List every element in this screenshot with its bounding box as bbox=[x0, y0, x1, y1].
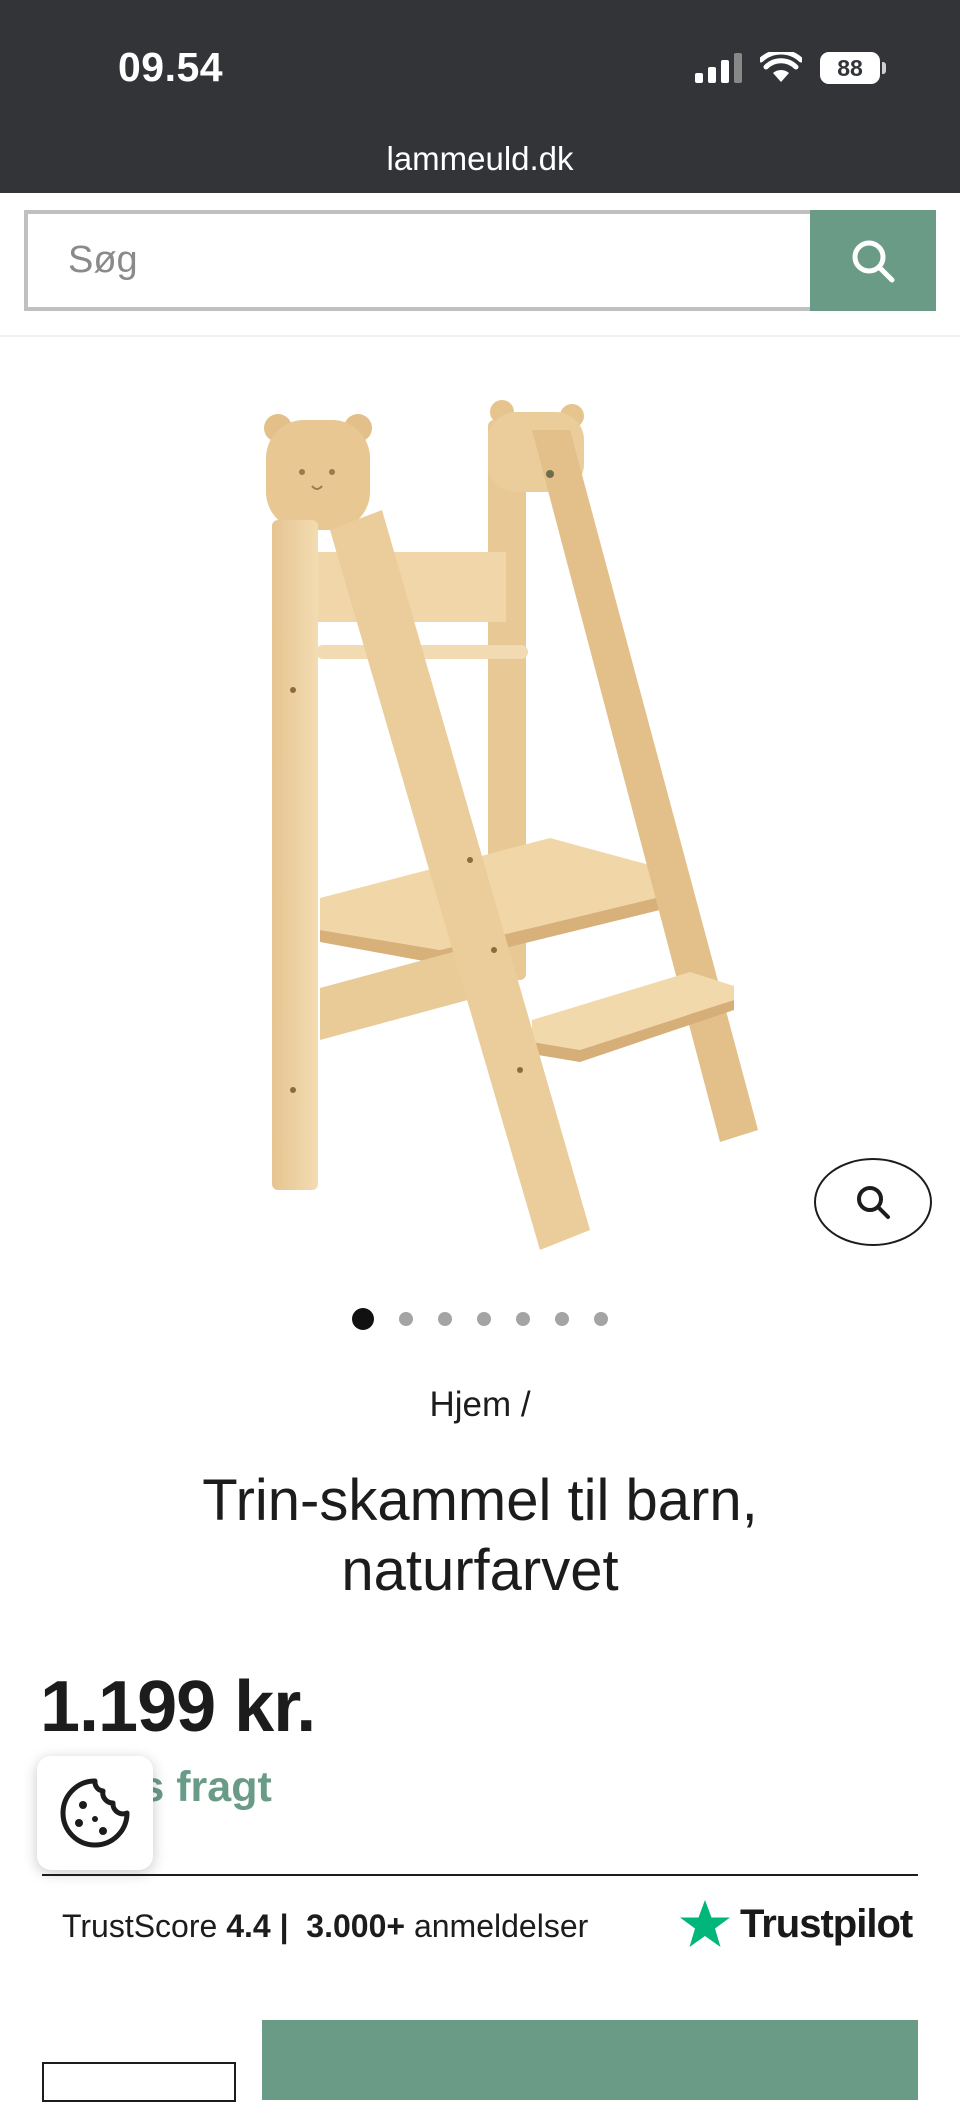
status-time: 09.54 bbox=[118, 44, 224, 90]
carousel-dot[interactable] bbox=[516, 1312, 530, 1326]
trustpilot-logo[interactable]: Trustpilot bbox=[678, 1898, 913, 1950]
breadcrumb-home-link[interactable]: Hjem / bbox=[0, 1385, 960, 1425]
product-price: 1.199 kr. bbox=[40, 1667, 316, 1747]
url-bar[interactable]: lammeuld.dk bbox=[0, 140, 960, 178]
quantity-input[interactable] bbox=[42, 2062, 236, 2102]
search-bar bbox=[24, 210, 936, 311]
carousel-dot[interactable] bbox=[477, 1312, 491, 1326]
search-icon bbox=[852, 240, 895, 282]
product-image[interactable] bbox=[220, 390, 780, 1270]
section-divider bbox=[42, 1874, 918, 1876]
image-carousel-dots bbox=[0, 1308, 960, 1330]
carousel-dot[interactable] bbox=[399, 1312, 413, 1326]
trustscore-value: 4.4 bbox=[226, 1908, 271, 1944]
cookie-icon bbox=[60, 1778, 130, 1848]
search-input[interactable] bbox=[24, 210, 810, 311]
battery-icon: 88 bbox=[820, 52, 886, 84]
cookie-settings-button[interactable] bbox=[37, 1756, 153, 1870]
reviews-label: anmeldelser bbox=[413, 1908, 589, 1944]
status-icons: 88 bbox=[695, 52, 886, 84]
browser-top-bar: 09.54 88 lammeuld.dk bbox=[0, 0, 960, 193]
carousel-dot[interactable] bbox=[438, 1312, 452, 1326]
add-to-cart-button[interactable] bbox=[262, 2020, 918, 2100]
carousel-dot[interactable] bbox=[594, 1312, 608, 1326]
search-button[interactable] bbox=[810, 210, 936, 311]
magnifier-icon bbox=[857, 1186, 890, 1219]
review-count: 3.000+ bbox=[306, 1908, 406, 1944]
carousel-dot[interactable] bbox=[555, 1312, 569, 1326]
trustpilot-star-icon bbox=[680, 1900, 730, 1947]
trustpilot-brand: Trustpilot bbox=[740, 1901, 913, 1946]
trustscore-summary: TrustScore 4.4 | 3.000+ anmeldelser bbox=[62, 1908, 588, 1945]
header-divider bbox=[0, 335, 960, 337]
trustscore-separator: | bbox=[279, 1908, 289, 1944]
battery-level: 88 bbox=[837, 54, 863, 81]
product-title: Trin-skammel til barn, naturfarvet bbox=[202, 1468, 758, 1603]
trustscore-label: TrustScore bbox=[62, 1908, 218, 1944]
carousel-dot[interactable] bbox=[352, 1308, 374, 1330]
zoom-button[interactable] bbox=[814, 1158, 932, 1246]
wifi-icon bbox=[760, 52, 802, 82]
cellular-signal-icon bbox=[695, 53, 742, 83]
